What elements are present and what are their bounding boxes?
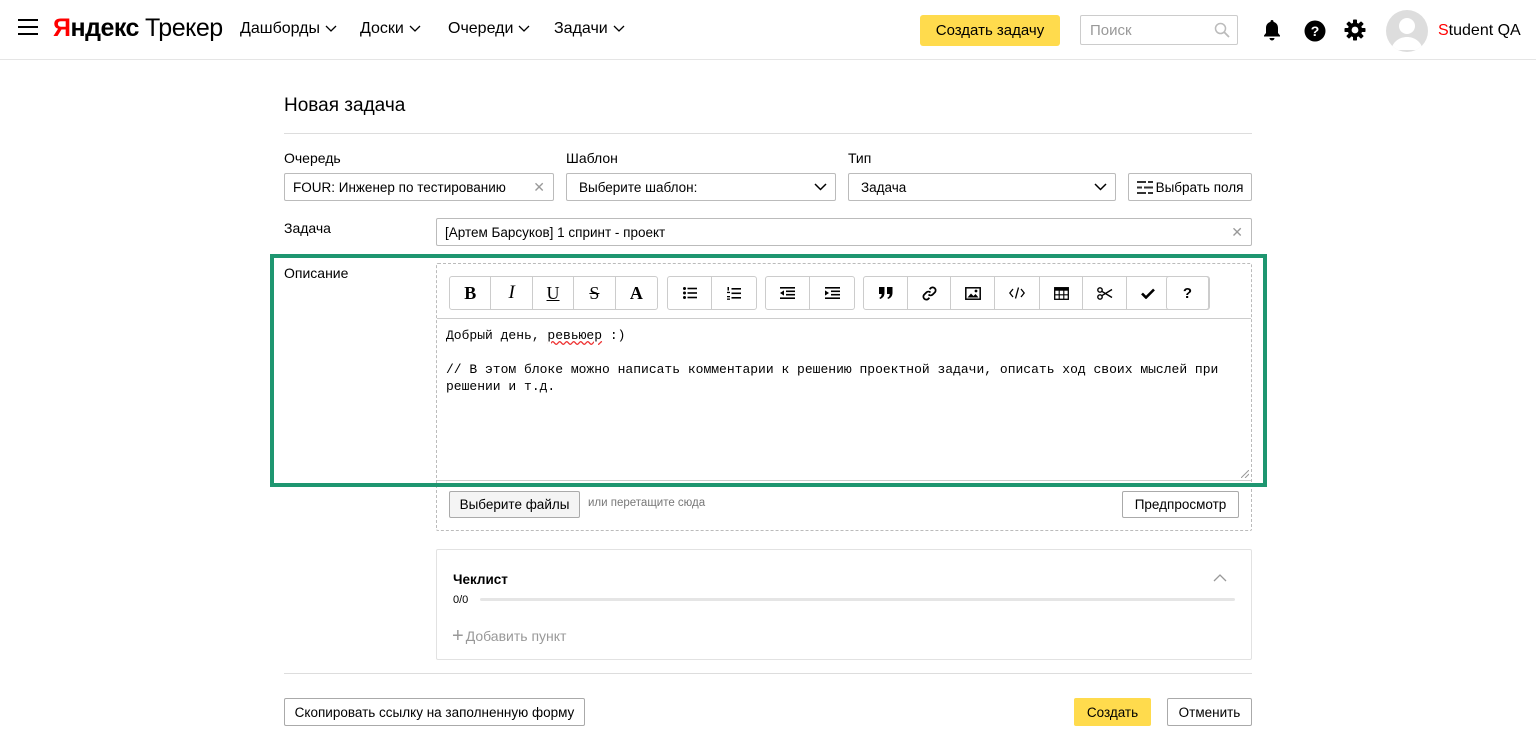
chevron-down-icon xyxy=(613,25,625,32)
user-name-first-letter: S xyxy=(1438,22,1449,39)
page-title: Новая задача xyxy=(284,95,406,116)
bell-icon[interactable] xyxy=(1262,19,1282,41)
drop-hint: или перетащите сюда xyxy=(588,497,706,509)
cancel-button[interactable]: Отменить xyxy=(1167,698,1252,726)
logo[interactable]: Яндекс Трекер xyxy=(53,14,223,43)
preview-button[interactable]: Предпросмотр xyxy=(1122,491,1239,518)
logo-brand-first-letter: Я xyxy=(53,14,71,42)
checklist-title: Чеклист xyxy=(453,572,508,587)
avatar-placeholder-icon xyxy=(1391,18,1423,50)
help-icon[interactable]: ? xyxy=(1304,20,1326,42)
chevron-down-icon xyxy=(409,25,421,32)
search-icon[interactable] xyxy=(1214,22,1230,38)
add-checklist-item-label: Добавить пункт xyxy=(465,628,567,644)
template-label: Шаблон xyxy=(566,150,618,166)
plus-icon: + xyxy=(452,625,464,647)
choose-fields-label: Выбрать поля xyxy=(1155,179,1244,195)
queue-field[interactable]: FOUR: Инженер по тестированию ✕ xyxy=(284,173,554,201)
logo-product: Трекер xyxy=(144,14,223,42)
choose-files-button[interactable]: Выберите файлы xyxy=(449,491,580,518)
template-value: Выберите шаблон: xyxy=(579,179,698,195)
choose-fields-button[interactable]: Выбрать поля xyxy=(1128,173,1252,201)
copy-form-link-button[interactable]: Скопировать ссылку на заполненную форму xyxy=(284,698,585,726)
nav-dashboards[interactable]: Дашборды xyxy=(240,20,337,38)
add-checklist-item-button[interactable]: + Добавить пункт xyxy=(452,625,567,647)
menu-icon[interactable] xyxy=(18,19,38,37)
chevron-up-icon[interactable] xyxy=(1213,573,1227,582)
clear-icon[interactable]: ✕ xyxy=(533,179,545,196)
queue-value: FOUR: Инженер по тестированию xyxy=(293,179,506,195)
nav-tasks[interactable]: Задачи xyxy=(554,20,625,38)
type-value: Задача xyxy=(861,179,907,195)
nav-tasks-label: Задачи xyxy=(554,20,608,37)
logo-brand: ндекс xyxy=(70,14,139,42)
gear-icon[interactable] xyxy=(1344,19,1366,41)
chevron-down-icon xyxy=(814,183,827,191)
create-button[interactable]: Создать xyxy=(1074,698,1151,726)
nav-boards[interactable]: Доски xyxy=(360,20,421,38)
chevron-down-icon xyxy=(518,25,530,32)
nav-queues[interactable]: Очереди xyxy=(448,20,530,38)
checklist-progress-bar xyxy=(480,598,1235,601)
nav-dashboards-label: Дашборды xyxy=(240,20,320,37)
chevron-down-icon xyxy=(325,25,337,32)
summary-input[interactable]: [Артем Барсуков] 1 спринт - проект ✕ xyxy=(436,218,1252,246)
chevron-down-icon xyxy=(1094,183,1107,191)
type-label: Тип xyxy=(848,150,872,166)
type-select[interactable]: Задача xyxy=(848,173,1116,201)
queue-label: Очередь xyxy=(284,150,341,166)
fields-list-icon xyxy=(1136,180,1153,194)
summary-value: [Артем Барсуков] 1 спринт - проект xyxy=(445,224,666,240)
clear-icon[interactable]: ✕ xyxy=(1231,224,1243,241)
template-select[interactable]: Выберите шаблон: xyxy=(566,173,836,201)
nav-queues-label: Очереди xyxy=(448,20,514,37)
highlight-frame xyxy=(270,254,1267,487)
svg-text:?: ? xyxy=(1311,23,1320,39)
user-name[interactable]: Student QA xyxy=(1438,22,1521,40)
top-bar: Яндекс Трекер Дашборды Доски Очереди Зада… xyxy=(0,0,1536,60)
avatar[interactable] xyxy=(1386,10,1428,52)
divider xyxy=(284,673,1252,674)
user-name-rest: tudent QA xyxy=(1448,22,1521,39)
summary-label: Задача xyxy=(284,220,331,236)
create-task-button[interactable]: Создать задачу xyxy=(920,15,1060,46)
nav-boards-label: Доски xyxy=(360,20,404,37)
checklist-count: 0/0 xyxy=(453,594,469,606)
divider xyxy=(284,133,1252,134)
